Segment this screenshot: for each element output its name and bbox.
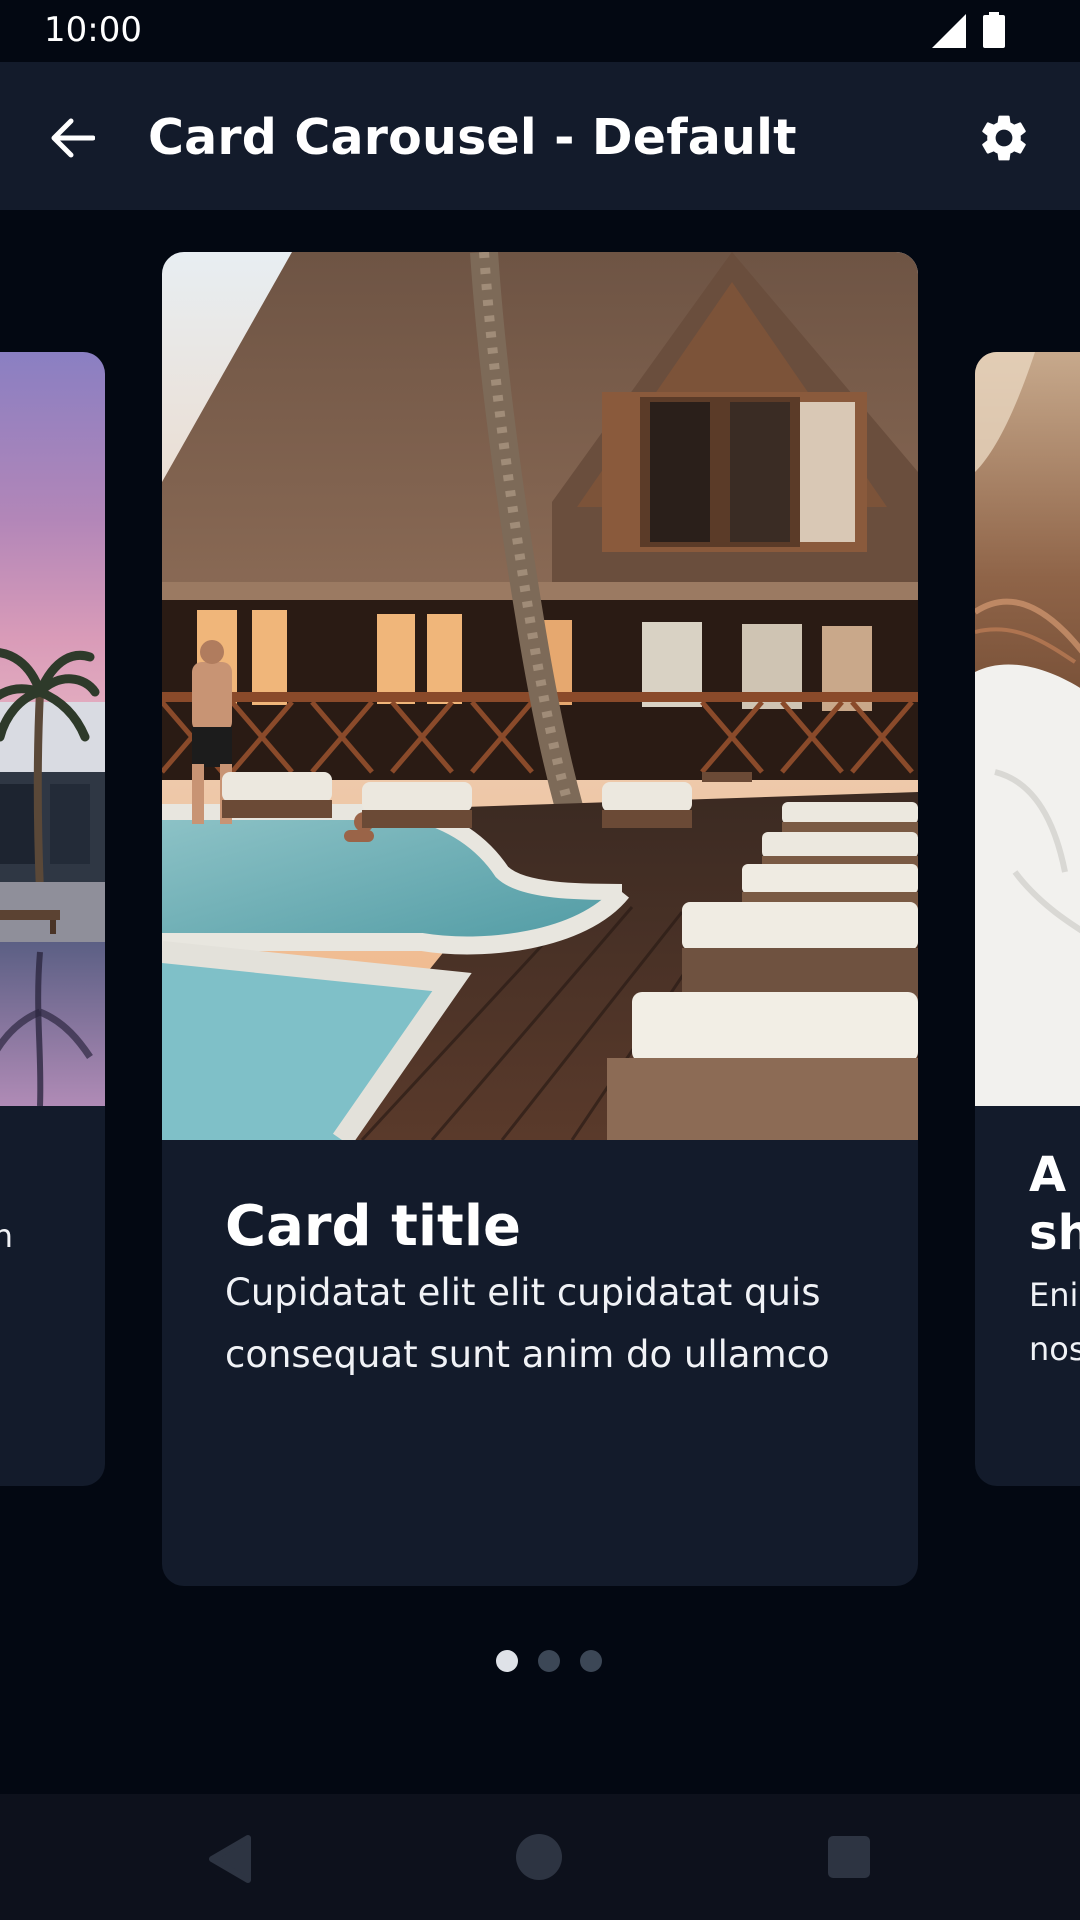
card-title-next: A l sh: [1029, 1147, 1080, 1261]
pagination-dot[interactable]: [538, 1650, 560, 1672]
system-nav-bar: [0, 1794, 1080, 1920]
page-title: Card Carousel - Default: [148, 109, 797, 166]
status-bar: 10:00: [0, 0, 1080, 62]
card-body-next: A l sh Eni nos: [975, 1106, 1080, 1376]
status-time: 10:00: [44, 10, 142, 50]
resort-pool-lodge-photo: [162, 252, 918, 1140]
card-text-previous: n: [0, 1217, 13, 1255]
triangle-back-icon[interactable]: [206, 1834, 252, 1884]
card-carousel[interactable]: n Card title Cupidatat elit elit cupidat…: [0, 210, 1080, 1610]
signal-icon: [932, 14, 966, 48]
card-body: Card title Cupidatat elit elit cupidatat…: [162, 1140, 918, 1386]
person-white-towel-photo: [975, 352, 1080, 1106]
resort-sunset-palm-photo: [0, 352, 105, 1106]
carousel-pagination: [0, 1650, 1080, 1674]
card-title: Card title: [225, 1194, 521, 1259]
gear-icon: [982, 115, 1026, 161]
carousel-card-next[interactable]: A l sh Eni nos: [975, 352, 1080, 1486]
settings-button[interactable]: [970, 104, 1038, 172]
app-bar: Card Carousel - Default: [0, 62, 1080, 210]
circle-home-icon[interactable]: [516, 1834, 562, 1880]
back-button[interactable]: [40, 106, 104, 170]
card-text: Cupidatat elit elit cupidatat quis conse…: [225, 1271, 830, 1376]
pagination-dot[interactable]: [496, 1650, 518, 1672]
carousel-card-previous[interactable]: n: [0, 352, 105, 1486]
carousel-card-active[interactable]: Card title Cupidatat elit elit cupidatat…: [162, 252, 918, 1586]
arrow-left-icon: [51, 118, 95, 158]
pagination-dot[interactable]: [580, 1650, 602, 1672]
card-text-next: Eni nos: [1029, 1276, 1080, 1368]
battery-icon: [983, 12, 1005, 48]
square-recents-icon[interactable]: [828, 1836, 870, 1878]
